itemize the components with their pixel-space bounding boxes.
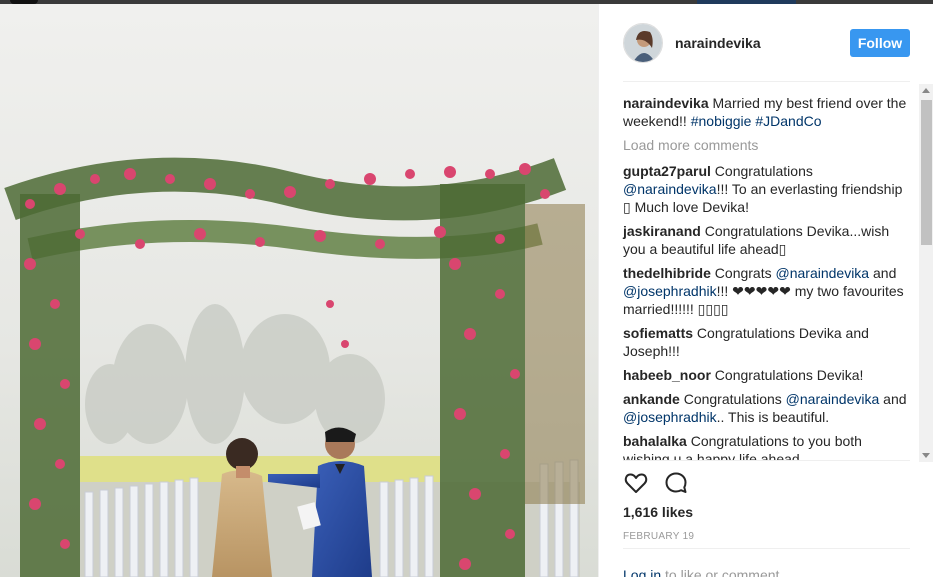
comment-username[interactable]: jaskiranand [623,223,701,239]
mention-link[interactable]: @naraindevika [776,265,870,281]
post-header: naraindevika Follow [599,4,933,82]
likes-count[interactable]: 1,616 likes [623,504,693,520]
comment-item: habeeb_noor Congratulations Devika! [623,366,910,384]
comment-username[interactable]: sofiematts [623,325,693,341]
scrollbar-thumb[interactable] [921,100,932,245]
comment-text: and [879,391,907,407]
comment-text: Congratulations [710,163,813,179]
caption-username[interactable]: naraindevika [623,95,709,111]
wedding-photo-image [0,4,598,577]
comment-username[interactable]: gupta27parul [623,163,711,179]
comment-username[interactable]: habeeb_noor [623,367,711,383]
login-link[interactable]: Log in [623,567,661,577]
heart-icon[interactable] [623,470,649,496]
comment-username[interactable]: ankande [623,391,680,407]
comment-icon[interactable] [663,470,689,496]
hashtag-link[interactable]: #JDandCo [755,113,821,129]
comment-text: Congratulations Devika! [710,367,864,383]
mention-link[interactable]: @naraindevika [623,181,717,197]
comment-item: gupta27parul Congratulations @naraindevi… [623,162,910,216]
comment-item: bahalalka Congratulations to you both wi… [623,432,910,460]
hashtag-link[interactable]: #nobiggie [691,113,752,129]
mention-link[interactable]: @josephradhik [623,409,717,425]
comment-text: and [869,265,897,281]
avatar[interactable] [623,23,663,63]
login-prompt: Log in to like or comment. [623,567,783,577]
comment-username[interactable]: thedelhibride [623,265,711,281]
comment-item: thedelhibride Congrats @naraindevika and… [623,264,910,318]
comment-text: .. This is beautiful. [716,409,830,425]
load-more-comments-link[interactable]: Load more comments [623,136,910,154]
scroll-up-arrow-icon[interactable] [922,88,930,93]
caption: naraindevika Married my best friend over… [623,94,910,130]
scroll-down-arrow-icon[interactable] [922,453,930,458]
post-photo[interactable] [0,4,598,577]
login-prompt-text: to like or comment. [661,567,784,577]
username[interactable]: naraindevika [675,35,761,51]
comment-username[interactable]: bahalalka [623,433,687,449]
follow-button[interactable]: Follow [850,29,910,57]
footer-divider [623,548,910,549]
more-options-icon[interactable]: ... [897,566,912,577]
mention-link[interactable]: @naraindevika [786,391,880,407]
mention-link[interactable]: @josephradhik [623,283,717,299]
comment-item: sofiematts Congratulations Devika and Jo… [623,324,910,360]
comments-divider [623,460,910,461]
comment-text: Congratulations [679,391,786,407]
post-date: FEBRUARY 19 [623,531,695,542]
comment-item: ankande Congratulations @naraindevika an… [623,390,910,426]
avatar-image [624,24,662,62]
comments-list[interactable]: naraindevika Married my best friend over… [599,82,933,460]
comment-item: jaskiranand Congratulations Devika...wis… [623,222,910,258]
post-side-panel: naraindevika Follow naraindevika Married… [598,4,933,577]
comment-text: Congrats [710,265,776,281]
comments-scrollbar[interactable] [919,84,933,462]
